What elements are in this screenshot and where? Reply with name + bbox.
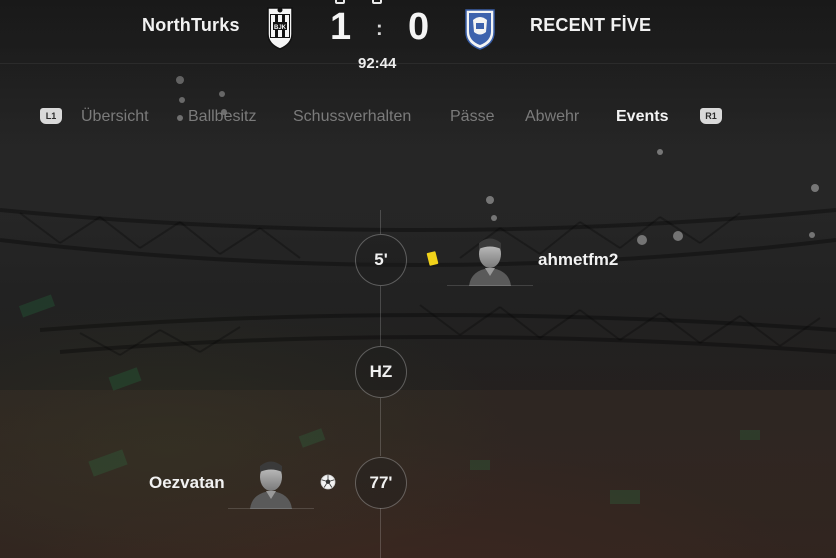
away-score: 0 (408, 6, 430, 48)
timeline-line (380, 508, 381, 558)
player-silhouette-icon (469, 238, 511, 286)
player-avatar (228, 453, 314, 509)
tab-abwehr[interactable]: Abwehr (525, 108, 579, 126)
half-time-marker: HZ (355, 346, 407, 398)
scoreboard: NorthTurks BJK 1 : 0 RECENT FİVE 92:44 (0, 0, 836, 72)
besiktas-crest-icon: BJK (267, 7, 293, 50)
divider (0, 63, 836, 64)
home-score: 1 (330, 6, 352, 48)
football-goal-icon (320, 474, 336, 490)
player-avatar (447, 230, 533, 286)
indicator-icon (335, 0, 345, 4)
blue-white-shield-crest-icon (465, 9, 495, 50)
indicator-icon (372, 0, 382, 4)
event-minute-marker: 5' (355, 234, 407, 286)
tab-uebersicht[interactable]: Übersicht (81, 108, 149, 126)
svg-text:BJK: BJK (274, 25, 287, 31)
tab-ballbesitz[interactable]: Ballbesitz (188, 108, 256, 126)
stadium-background (0, 0, 836, 558)
score-separator: : (376, 18, 383, 40)
tab-paesse[interactable]: Pässe (450, 108, 494, 126)
timeline-line (380, 398, 381, 456)
tab-schussverhalten[interactable]: Schussverhalten (293, 108, 411, 126)
r1-bumper-icon[interactable]: R1 (700, 108, 722, 124)
event-player-name: ahmetfm2 (538, 250, 619, 269)
event-minute-marker: 77' (355, 457, 407, 509)
l1-bumper-icon[interactable]: L1 (40, 108, 62, 124)
timeline-line (380, 210, 381, 234)
event-player-name: Oezvatan (149, 473, 225, 492)
home-team-name: NorthTurks (142, 15, 240, 35)
away-team-name: RECENT FİVE (530, 15, 652, 35)
background-shade (0, 0, 836, 558)
tab-events[interactable]: Events (616, 108, 668, 126)
player-silhouette-icon (250, 461, 292, 509)
timeline-line (380, 286, 381, 346)
stats-tab-bar: L1 Übersicht Ballbesitz Schussverhalten … (0, 106, 836, 128)
